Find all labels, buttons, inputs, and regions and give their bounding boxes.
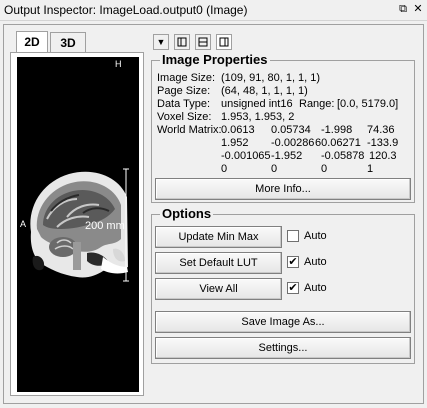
- matrix-cell: 0: [321, 163, 328, 175]
- matrix-cell: 60.06271: [315, 137, 361, 149]
- matrix-cell: -133.9: [367, 137, 399, 149]
- update-min-max-button[interactable]: Update Min Max: [155, 226, 282, 248]
- matrix-cell: 0.05734: [271, 124, 311, 136]
- float-icon[interactable]: ⧉: [396, 2, 410, 16]
- tab-3d[interactable]: 3D: [50, 32, 86, 52]
- triangle-down-icon: ▼: [156, 37, 166, 47]
- update-auto-checkbox[interactable]: [287, 230, 299, 242]
- layout-single-icon: [219, 37, 229, 47]
- window-title: Output Inspector: ImageLoad.output0 (Ima…: [4, 3, 248, 17]
- range-label: Range:: [299, 98, 335, 110]
- check-icon: ✔: [288, 282, 298, 294]
- view-auto-label: Auto: [304, 282, 327, 294]
- view-auto-checkbox[interactable]: ✔: [287, 282, 299, 294]
- layout-single-button[interactable]: [216, 34, 232, 50]
- matrix-cell: 0: [221, 163, 228, 175]
- matrix-cell: 1: [367, 163, 374, 175]
- range-value: [0.0, 5179.0]: [337, 98, 399, 110]
- lut-auto-checkbox[interactable]: ✔: [287, 256, 299, 268]
- data-type-label: Data Type:: [157, 98, 210, 110]
- matrix-cell: 1.952: [221, 137, 249, 149]
- layout-vertical-icon: [177, 37, 187, 47]
- options-title: Options: [160, 206, 214, 221]
- matrix-cell: -1.952: [271, 150, 303, 162]
- world-matrix-label: World Matrix:: [157, 124, 222, 136]
- layout-horizontal-button[interactable]: [195, 34, 211, 50]
- voxel-size-value: 1.953, 1.953, 2: [221, 111, 295, 123]
- data-type-value: unsigned int16: [221, 98, 293, 110]
- options-dropdown-button[interactable]: ▼: [153, 34, 169, 50]
- image-properties-title: Image Properties: [160, 52, 270, 67]
- image-viewer[interactable]: H A 200 mm: [17, 57, 139, 392]
- orientation-left-label: A: [20, 219, 26, 229]
- tab-2d[interactable]: 2D: [16, 31, 48, 53]
- layout-horizontal-icon: [198, 37, 208, 47]
- window-titlebar: Output Inspector: ImageLoad.output0 (Ima…: [0, 0, 427, 21]
- page-size-label: Page Size:: [157, 85, 211, 97]
- set-default-lut-button[interactable]: Set Default LUT: [155, 252, 282, 274]
- matrix-cell: 0.0613: [221, 124, 255, 136]
- matrix-cell: 120.3: [369, 150, 397, 162]
- settings-button[interactable]: Settings...: [155, 337, 411, 359]
- close-icon[interactable]: ✕: [411, 2, 425, 16]
- image-size-value: (109, 91, 80, 1, 1, 1): [221, 72, 321, 84]
- check-icon: ✔: [288, 256, 298, 268]
- matrix-cell: 74.36: [367, 124, 395, 136]
- matrix-cell: -0.001065: [221, 150, 271, 162]
- matrix-cell: 0: [271, 163, 278, 175]
- image-size-label: Image Size:: [157, 72, 216, 84]
- lut-auto-label: Auto: [304, 256, 327, 268]
- update-auto-label: Auto: [304, 230, 327, 242]
- matrix-cell: -1.998: [321, 124, 353, 136]
- voxel-size-label: Voxel Size:: [157, 111, 212, 123]
- matrix-cell: -0.05878: [321, 150, 365, 162]
- page-size-value: (64, 48, 1, 1, 1, 1): [221, 85, 308, 97]
- save-image-button[interactable]: Save Image As...: [155, 311, 411, 333]
- matrix-cell: -0.00286: [271, 137, 315, 149]
- scale-label: 200 mm: [85, 220, 125, 232]
- layout-vertical-button[interactable]: [174, 34, 190, 50]
- brain-slice-image: H A 200 mm: [17, 57, 139, 392]
- more-info-button[interactable]: More Info...: [155, 178, 411, 200]
- orientation-top-label: H: [115, 59, 122, 69]
- view-all-button[interactable]: View All: [155, 278, 282, 300]
